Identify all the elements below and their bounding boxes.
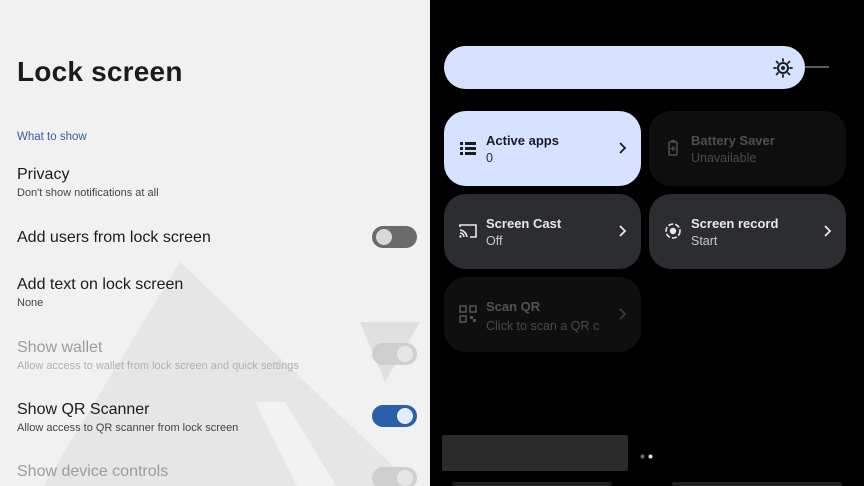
chevron-right-icon	[619, 225, 627, 237]
show-wallet-toggle	[372, 343, 417, 365]
add-text-title: Add text on lock screen	[17, 276, 184, 293]
show-device-controls-setting: Show device controls	[17, 463, 417, 486]
tile-state: 0	[486, 151, 493, 165]
tile-scan-qr[interactable]: Scan QR Click to scan a QR code	[444, 277, 641, 352]
show-device-controls-toggle	[372, 467, 417, 486]
tile-screen-record[interactable]: Screen record Start	[649, 194, 846, 269]
battery-icon	[668, 140, 678, 156]
privacy-setting[interactable]: Privacy Don't show notifications at all	[17, 166, 417, 199]
brightness-track[interactable]	[805, 66, 829, 68]
show-device-controls-title: Show device controls	[17, 463, 169, 480]
page-title: Lock screen	[17, 56, 183, 87]
show-qr-scanner-toggle[interactable]	[372, 405, 417, 427]
tile-label: Screen record	[691, 216, 779, 231]
section-label: What to show	[17, 131, 87, 143]
tile-screen-cast[interactable]: Screen Cast Off	[444, 194, 641, 269]
add-users-title: Add users from lock screen	[17, 229, 211, 246]
chevron-right-icon	[619, 308, 627, 320]
page-indicator[interactable]	[640, 454, 654, 459]
lock-screen-settings: Lock screen What to show Privacy Don't s…	[0, 0, 430, 486]
qr-icon	[459, 305, 477, 323]
toggle-knob	[397, 408, 413, 424]
tile-state: Unavailable	[691, 151, 757, 165]
show-qr-scanner-setting[interactable]: Show QR Scanner Allow access to QR scann…	[17, 401, 417, 434]
add-users-toggle[interactable]	[372, 226, 417, 248]
add-text-setting[interactable]: Add text on lock screen None	[17, 276, 417, 309]
tile-battery-saver[interactable]: Battery Saver Unavailable	[649, 111, 846, 186]
brightness-icon	[773, 58, 793, 78]
add-users-setting[interactable]: Add users from lock screen	[17, 226, 417, 251]
tile-state: Off	[486, 234, 503, 248]
brightness-slider[interactable]	[444, 46, 805, 89]
tile-state: Start	[691, 234, 718, 248]
chevron-right-icon	[619, 142, 627, 154]
bottom-nav-hint	[452, 482, 842, 486]
record-icon	[665, 223, 681, 239]
toggle-knob	[397, 470, 413, 486]
list-icon	[460, 142, 476, 155]
toggle-knob	[397, 346, 413, 362]
tile-label: Active apps	[486, 133, 559, 148]
tile-active-apps[interactable]: Active apps 0	[444, 111, 641, 186]
show-qr-scanner-subtitle: Allow access to QR scanner from lock scr…	[17, 422, 239, 434]
cast-icon	[459, 224, 477, 238]
show-qr-scanner-title: Show QR Scanner	[17, 401, 150, 418]
status-icons	[794, 0, 854, 3]
add-text-subtitle: None	[17, 297, 44, 309]
toggle-knob	[376, 229, 392, 245]
show-wallet-title: Show wallet	[17, 339, 103, 356]
tile-state: Click to scan a QR code	[486, 319, 600, 333]
show-wallet-subtitle: Allow access to wallet from lock screen …	[17, 360, 299, 372]
show-wallet-setting: Show wallet Allow access to wallet from …	[17, 339, 417, 372]
tile-label: Screen Cast	[486, 216, 562, 231]
privacy-title: Privacy	[17, 166, 70, 183]
privacy-subtitle: Don't show notifications at all	[17, 187, 159, 199]
tile-label: Battery Saver	[691, 133, 775, 148]
chevron-right-icon	[824, 225, 832, 237]
quick-settings-panel: Active apps 0 Battery Saver Unavailable …	[430, 0, 864, 486]
tile-label: Scan QR	[486, 299, 541, 314]
footer-block	[442, 435, 628, 471]
